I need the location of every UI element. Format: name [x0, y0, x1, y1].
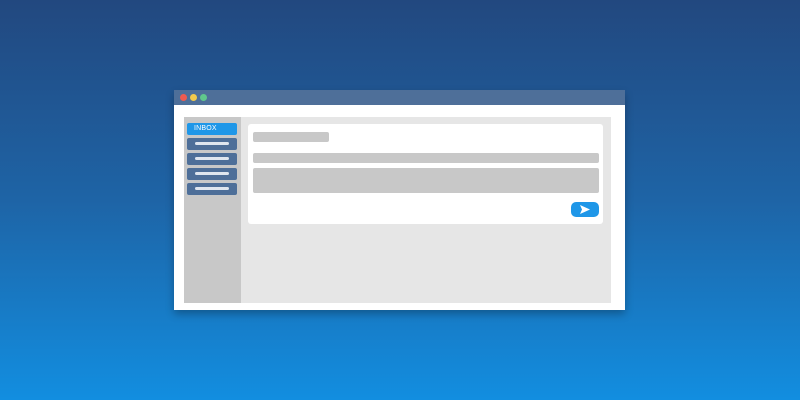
sidebar-item[interactable]: [187, 138, 237, 150]
compose-panel: [248, 124, 603, 224]
sidebar-item[interactable]: [187, 168, 237, 180]
window-titlebar: [174, 90, 625, 105]
sidebar-item-label-placeholder: [195, 172, 229, 175]
mail-app: INBOX: [184, 117, 611, 303]
sidebar: INBOX: [184, 117, 241, 303]
send-icon: [580, 205, 590, 214]
close-window-button[interactable]: [180, 94, 187, 101]
sidebar-item-inbox[interactable]: INBOX: [187, 123, 237, 135]
recipient-field[interactable]: [253, 153, 599, 163]
sidebar-item-label-placeholder: [195, 142, 229, 145]
sidebar-item[interactable]: [187, 183, 237, 195]
app-window: INBOX: [174, 90, 625, 310]
send-button[interactable]: [571, 202, 599, 217]
sidebar-item-label-placeholder: [195, 157, 229, 160]
maximize-window-button[interactable]: [200, 94, 207, 101]
minimize-window-button[interactable]: [190, 94, 197, 101]
sidebar-item-label-placeholder: [195, 187, 229, 190]
sidebar-item[interactable]: [187, 153, 237, 165]
sidebar-item-label: INBOX: [194, 125, 217, 132]
compose-title-placeholder: [253, 132, 329, 142]
message-body-field[interactable]: [253, 168, 599, 193]
